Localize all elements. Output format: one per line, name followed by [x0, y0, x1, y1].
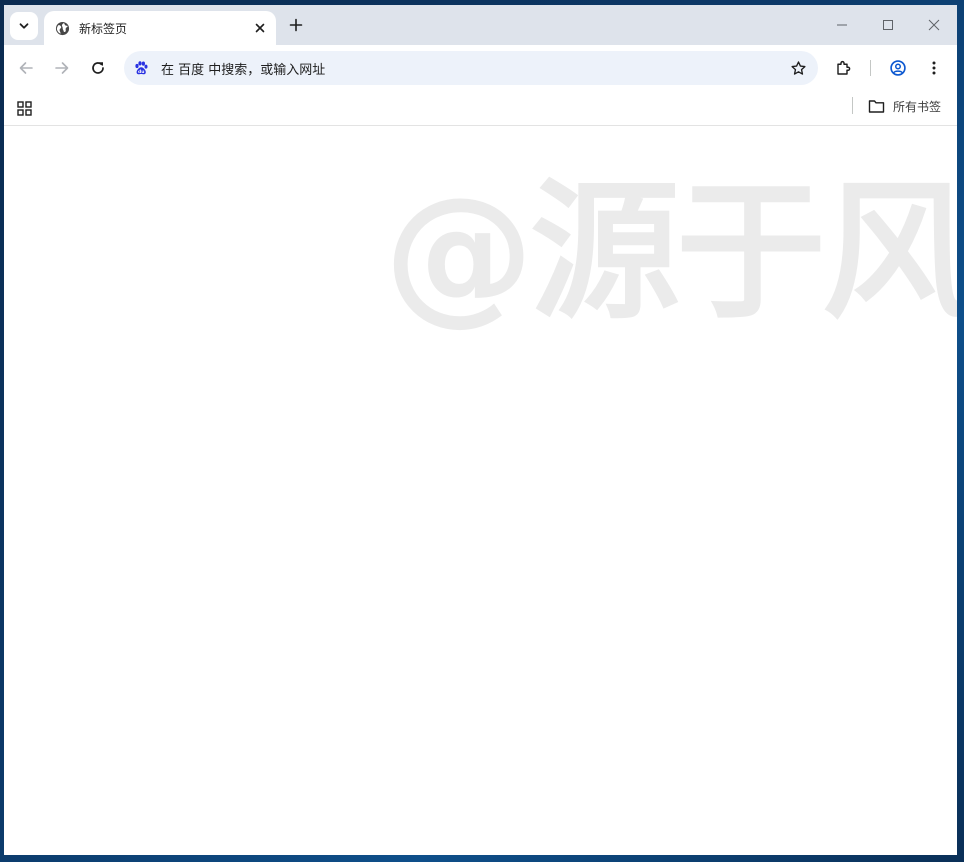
reload-button[interactable] — [84, 54, 112, 82]
apps-button[interactable] — [14, 98, 34, 118]
address-bar-text: 在 百度 中搜索，或输入网址 — [161, 62, 326, 78]
minimize-button[interactable] — [819, 5, 865, 45]
tab-new-tab[interactable]: 新标签页 — [44, 11, 276, 45]
menu-button[interactable] — [920, 54, 948, 82]
toolbar-separator — [870, 60, 871, 76]
arrow-right-icon — [55, 62, 69, 74]
minimize-icon — [837, 24, 847, 26]
new-tab-button[interactable] — [284, 13, 308, 37]
svg-text:du: du — [138, 69, 144, 75]
folder-icon — [868, 99, 885, 113]
address-bar[interactable]: du 在 百度 中搜索，或输入网址 — [124, 51, 818, 85]
tab-search-button[interactable] — [10, 12, 38, 40]
browser-window: 新标签页 du 在 百度 中搜索，或输入网址 所有书签 @源于风 — [4, 5, 957, 855]
forward-button[interactable] — [48, 54, 76, 82]
reload-icon — [92, 62, 104, 74]
maximize-icon — [883, 20, 893, 30]
all-bookmarks-label: 所有书签 — [893, 99, 942, 114]
more-vertical-icon — [932, 61, 936, 75]
baidu-paw-icon: du — [133, 60, 149, 76]
star-icon — [790, 60, 806, 75]
apps-grid-icon — [16, 100, 32, 116]
page-content: @源于风 — [4, 126, 957, 855]
maximize-button[interactable] — [865, 5, 911, 45]
chevron-down-icon — [19, 23, 29, 29]
bookmark-star-button[interactable] — [784, 54, 812, 82]
arrow-left-icon — [19, 62, 33, 74]
plus-icon — [289, 18, 303, 32]
bookmarks-separator — [852, 97, 853, 114]
window-controls — [819, 5, 957, 45]
puzzle-icon — [837, 60, 851, 75]
bookmarks-bar: 所有书签 — [4, 90, 957, 126]
window-close-button[interactable] — [911, 5, 957, 45]
account-circle-icon — [890, 60, 906, 76]
back-button[interactable] — [12, 54, 40, 82]
all-bookmarks-button[interactable]: 所有书签 — [868, 96, 941, 116]
tab-title: 新标签页 — [79, 21, 128, 36]
profile-button[interactable] — [884, 54, 912, 82]
tab-close-button[interactable] — [250, 18, 270, 38]
close-icon — [928, 19, 940, 31]
watermark-text: @源于风 — [384, 166, 957, 340]
extensions-button[interactable] — [830, 54, 858, 82]
title-bar: 新标签页 — [4, 5, 957, 45]
close-icon — [255, 23, 265, 33]
globe-icon — [54, 20, 70, 36]
toolbar: du 在 百度 中搜索，或输入网址 — [4, 45, 957, 90]
